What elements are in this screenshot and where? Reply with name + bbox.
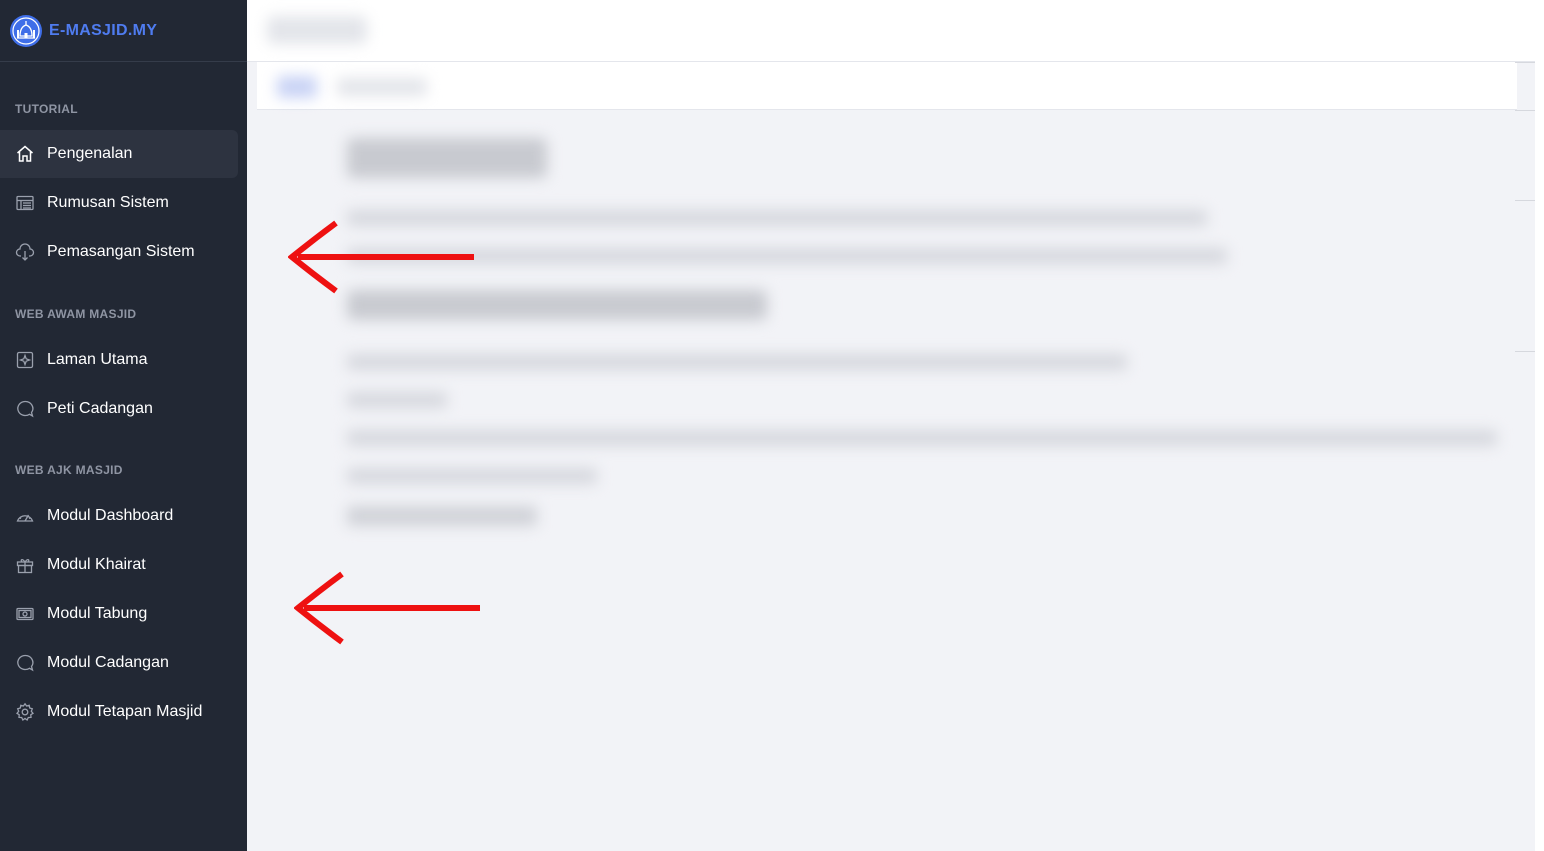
nav-label: Modul Khairat xyxy=(47,556,146,573)
home-icon xyxy=(14,143,36,165)
nav-label: Pemasangan Sistem xyxy=(47,243,195,260)
nav-label: Modul Dashboard xyxy=(47,507,174,524)
nav-item-modul-tetapan-masjid[interactable]: Modul Tetapan Masjid xyxy=(0,688,238,736)
nav-item-modul-khairat[interactable]: Modul Khairat xyxy=(0,541,238,589)
blurred-article xyxy=(347,138,1507,526)
blurred-paragraph-line xyxy=(347,430,1497,446)
brand-name: E-MASJID.MY xyxy=(49,21,158,39)
nav-label: Modul Tabung xyxy=(47,605,148,622)
nav-item-peti-cadangan[interactable]: Peti Cadangan xyxy=(0,385,238,433)
blurred-heading xyxy=(347,138,547,178)
sparkle-box-icon xyxy=(14,349,36,371)
blurred-paragraph-line xyxy=(347,506,537,526)
brand[interactable]: E-MASJID.MY xyxy=(0,0,247,62)
blurred-paragraph-line xyxy=(347,248,1227,264)
gauge-icon xyxy=(14,505,36,527)
sidebar: E-MASJID.MY TUTORIAL Pengenalan Rumusan … xyxy=(0,0,247,851)
red-arrow-annotation-bottom xyxy=(294,571,480,645)
right-edge xyxy=(1535,0,1544,851)
gift-icon xyxy=(14,554,36,576)
chat-bubble-icon xyxy=(14,652,36,674)
section-title-web-ajk-masjid: WEB AJK MASJID xyxy=(15,463,123,477)
divider xyxy=(1515,351,1535,352)
divider xyxy=(1515,62,1535,63)
section-title-web-awam-masjid: WEB AWAM MASJID xyxy=(15,307,137,321)
red-arrow-annotation-top xyxy=(288,220,474,294)
nav-label: Rumusan Sistem xyxy=(47,194,169,211)
nav-item-pemasangan-sistem[interactable]: Pemasangan Sistem xyxy=(0,228,238,276)
top-bar xyxy=(247,0,1535,62)
nav-item-modul-cadangan[interactable]: Modul Cadangan xyxy=(0,639,238,687)
main-content xyxy=(247,0,1535,851)
nav-label: Modul Cadangan xyxy=(47,654,169,671)
blurred-breadcrumb-home xyxy=(277,76,317,98)
nav-item-pengenalan[interactable]: Pengenalan xyxy=(0,130,238,178)
nav-item-modul-dashboard[interactable]: Modul Dashboard xyxy=(0,492,238,540)
table-icon xyxy=(14,192,36,214)
cloud-download-icon xyxy=(14,241,36,263)
nav-item-laman-utama[interactable]: Laman Utama xyxy=(0,336,238,384)
nav-label: Modul Tetapan Masjid xyxy=(47,703,203,720)
blurred-paragraph-line xyxy=(347,392,447,408)
blurred-paragraph-line xyxy=(347,354,1127,370)
divider xyxy=(1515,110,1535,111)
nav-item-rumusan-sistem[interactable]: Rumusan Sistem xyxy=(0,179,238,227)
nav-label: Laman Utama xyxy=(47,351,148,368)
gear-icon xyxy=(14,701,36,723)
breadcrumb-bar xyxy=(257,62,1517,110)
nav-label: Pengenalan xyxy=(47,145,133,162)
cash-icon xyxy=(14,603,36,625)
nav-item-modul-tabung[interactable]: Modul Tabung xyxy=(0,590,238,638)
mosque-logo-icon xyxy=(10,14,42,47)
blurred-header-block xyxy=(267,16,367,44)
blurred-paragraph-line xyxy=(347,468,597,484)
blurred-breadcrumb-current xyxy=(337,78,427,96)
section-title-tutorial: TUTORIAL xyxy=(15,102,78,116)
nav-label: Peti Cadangan xyxy=(47,400,153,417)
chat-bubble-icon xyxy=(14,398,36,420)
divider xyxy=(1515,200,1535,201)
